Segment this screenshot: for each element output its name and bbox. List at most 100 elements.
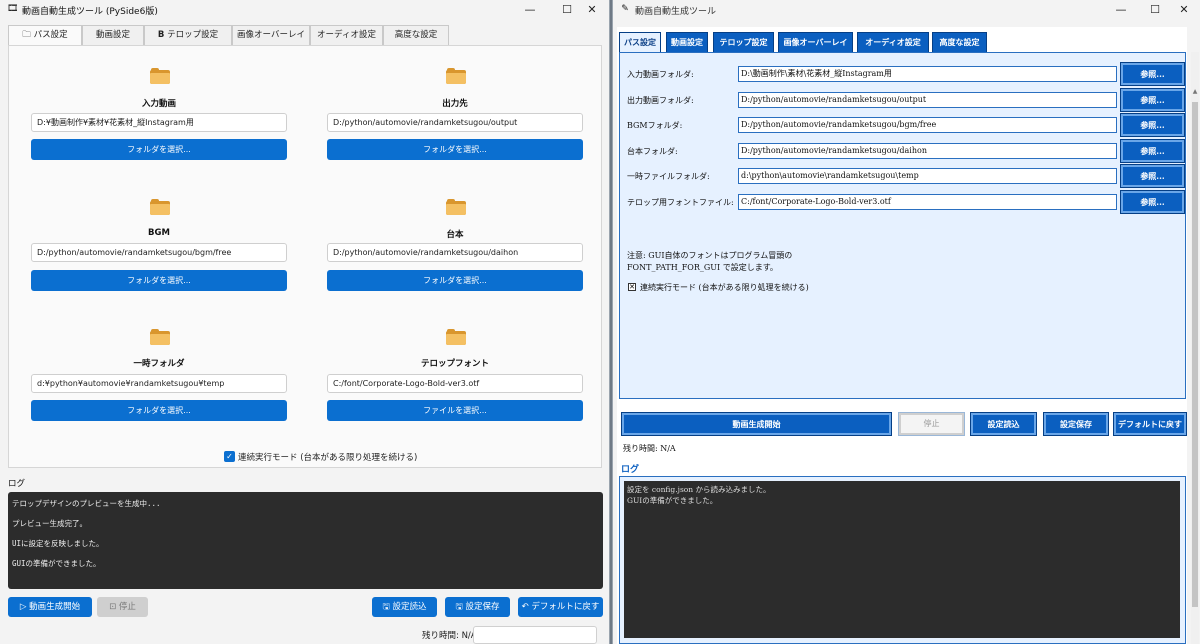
bgm-path-field[interactable]: D:/python/automovie/randamketsugou/bgm/f… — [31, 243, 287, 262]
tab-label: 高度な設定 — [394, 30, 438, 40]
tab-telop-settings[interactable]: B テロップ設定 — [144, 25, 232, 46]
bgm-folder-label: BGMフォルダ: — [627, 121, 683, 130]
tab-image-overlay[interactable]: 画像オーバーレイ — [232, 25, 310, 46]
input-folder-browse-button[interactable]: 参照... — [1120, 62, 1185, 86]
script-path-field[interactable]: D:/python/automovie/randamketsugou/daiho… — [327, 243, 583, 262]
start-generation-button[interactable]: 動画生成開始 — [621, 412, 892, 436]
path-settings-panel: 入力動画フォルダ: D:\動画制作\素材\花素材_縦Instagram用 参照.… — [619, 52, 1186, 399]
window-title: 動画自動生成ツール (PySide6版) — [22, 7, 158, 17]
tk-window: ✎ 動画自動生成ツール — ☐ ✕ パス設定 動画設定 テロップ設定 画像オーバ… — [612, 0, 1200, 644]
input-video-label: 入力動画 — [141, 99, 176, 109]
telop-font-browse-button[interactable]: 参照... — [1120, 190, 1185, 214]
folder-icon — [150, 199, 170, 215]
tab-advanced-settings[interactable]: 高度な設定 — [932, 32, 987, 53]
remaining-time-label: 残り時間: N/A — [422, 631, 477, 641]
log-line: 設定を config.json から読み込みました。 — [627, 485, 771, 494]
temp-folder-browse-button[interactable]: 参照... — [1120, 164, 1185, 188]
folder-icon — [446, 68, 466, 84]
reset-defaults-button[interactable]: ↶ デフォルトに戻す — [518, 597, 603, 617]
output-folder-label: 出力動画フォルダ: — [627, 96, 694, 105]
bgm-folder-browse-button[interactable]: 参照... — [1120, 113, 1185, 137]
tab-video-settings[interactable]: 動画設定 — [666, 32, 708, 53]
folder-icon — [150, 329, 170, 345]
output-path-field[interactable]: D:/python/automovie/randamketsugou/outpu… — [327, 113, 583, 132]
telop-font-field[interactable]: C:/font/Corporate-Logo-Bold-ver3.otf — [738, 194, 1117, 210]
scrollbar-thumb[interactable] — [1192, 102, 1198, 607]
pyside-window: 🎞 動画自動生成ツール (PySide6版) — ☐ ✕ 🗀 パス設定 動画設定… — [0, 0, 610, 644]
input-video-select-button[interactable]: フォルダを選択... — [31, 139, 287, 160]
continuous-mode-label: 連続実行モード (台本がある限り処理を続ける) — [640, 283, 809, 292]
temp-folder-field[interactable]: d:\python\automovie\randamketsugou\temp — [738, 168, 1117, 184]
input-video-path-field[interactable]: D:¥動画制作¥素材¥花素材_縦Instagram用 — [31, 113, 287, 132]
telop-font-select-button[interactable]: ファイルを選択... — [327, 400, 583, 421]
log-label: ログ — [8, 479, 26, 489]
continuous-mode-checkbox[interactable]: ✕ — [628, 283, 636, 291]
tab-path-settings[interactable]: 🗀 パス設定 — [8, 25, 82, 46]
temp-folder-select-button[interactable]: フォルダを選択... — [31, 400, 287, 421]
tab-image-overlay[interactable]: 画像オーバーレイ — [778, 32, 853, 53]
log-frame: 設定を config.json から読み込みました。 GUIの準備ができました。 — [619, 476, 1186, 644]
output-label: 出力先 — [442, 99, 468, 109]
stop-button[interactable]: 停止 — [898, 412, 965, 436]
log-line: GUIの準備ができました。 — [627, 496, 718, 505]
reset-defaults-button[interactable]: デフォルトに戻す — [1113, 412, 1187, 436]
title-bar: ✎ 動画自動生成ツール — ☐ ✕ — [613, 0, 1200, 20]
tab-label: 画像オーバーレイ — [237, 30, 305, 40]
output-folder-browse-button[interactable]: 参照... — [1120, 88, 1185, 112]
bgm-folder-field[interactable]: D:/python/automovie/randamketsugou/bgm/f… — [738, 117, 1117, 133]
bgm-label: BGM — [148, 228, 170, 238]
folder-icon — [446, 329, 466, 345]
note-line: FONT_PATH_FOR_GUI で設定します。 — [627, 263, 778, 272]
temp-folder-path-field[interactable]: d:¥python¥automovie¥randamketsugou¥temp — [31, 374, 287, 393]
tab-advanced-settings[interactable]: 高度な設定 — [383, 25, 449, 46]
script-folder-label: 台本フォルダ: — [627, 147, 678, 156]
bold-icon: B — [157, 30, 165, 40]
window-title: 動画自動生成ツール — [635, 7, 717, 17]
tab-path-settings[interactable]: パス設定 — [619, 32, 661, 53]
load-settings-button[interactable]: 🖫 設定読込 — [372, 597, 437, 617]
window-scrollbar[interactable]: ▲ — [1191, 52, 1199, 644]
continuous-mode-checkbox[interactable]: ✓ — [224, 451, 235, 462]
script-select-button[interactable]: フォルダを選択... — [327, 270, 583, 291]
script-label: 台本 — [446, 230, 464, 240]
minimize-button[interactable]: — — [512, 0, 548, 20]
save-settings-button[interactable]: 🖫 設定保存 — [445, 597, 510, 617]
script-folder-field[interactable]: D:/python/automovie/randamketsugou/daiho… — [738, 143, 1117, 159]
log-line: テロップデザインのプレビューを生成中... — [12, 499, 161, 508]
log-output[interactable]: テロップデザインのプレビューを生成中... プレビュー生成完了。 UIに設定を反… — [8, 492, 603, 589]
main-frame: パス設定 動画設定 テロップ設定 画像オーバーレイ オーディオ設定 高度な設定 … — [617, 27, 1187, 644]
folder-icon — [446, 199, 466, 215]
save-settings-button[interactable]: 設定保存 — [1043, 412, 1109, 436]
telop-font-path-field[interactable]: C:/font/Corporate-Logo-Bold-ver3.otf — [327, 374, 583, 393]
input-folder-field[interactable]: D:\動画制作\素材\花素材_縦Instagram用 — [738, 66, 1117, 82]
bgm-select-button[interactable]: フォルダを選択... — [31, 270, 287, 291]
app-icon: 🎞 — [7, 4, 19, 14]
stop-button[interactable]: ⊡ 停止 — [97, 597, 148, 617]
close-button[interactable]: ✕ — [1166, 0, 1200, 20]
scroll-up-arrow-icon[interactable]: ▲ — [1191, 88, 1199, 96]
output-folder-field[interactable]: D:/python/automovie/randamketsugou/outpu… — [738, 92, 1117, 108]
script-folder-browse-button[interactable]: 参照... — [1120, 139, 1185, 163]
input-folder-label: 入力動画フォルダ: — [627, 70, 694, 79]
log-line: GUIの準備ができました。 — [12, 559, 101, 568]
telop-font-label: テロップ用フォントファイル: — [627, 198, 734, 207]
start-generation-button[interactable]: ▷ 動画生成開始 — [8, 597, 92, 617]
folder-icon: 🗀 — [22, 30, 31, 40]
minimize-button[interactable]: — — [1103, 0, 1139, 20]
temp-folder-label: 一時フォルダ — [133, 359, 185, 369]
progress-bar — [473, 626, 597, 644]
feather-icon: ✎ — [621, 4, 629, 14]
remaining-time-label: 残り時間: N/A — [623, 444, 676, 453]
gui-font-note: 注意: GUI自体のフォントはプログラム冒頭の FONT_PATH_FOR_GU… — [627, 250, 792, 274]
tab-label: 動画設定 — [95, 30, 130, 40]
tab-audio-settings[interactable]: オーディオ設定 — [310, 25, 383, 46]
tab-video-settings[interactable]: 動画設定 — [82, 25, 144, 46]
close-button[interactable]: ✕ — [574, 0, 609, 20]
output-select-button[interactable]: フォルダを選択... — [327, 139, 583, 160]
log-label: ログ — [621, 465, 640, 475]
folder-icon — [150, 68, 170, 84]
load-settings-button[interactable]: 設定読込 — [970, 412, 1037, 436]
tab-telop-settings[interactable]: テロップ設定 — [713, 32, 774, 53]
log-output[interactable]: 設定を config.json から読み込みました。 GUIの準備ができました。 — [624, 481, 1180, 638]
tab-audio-settings[interactable]: オーディオ設定 — [857, 32, 929, 53]
